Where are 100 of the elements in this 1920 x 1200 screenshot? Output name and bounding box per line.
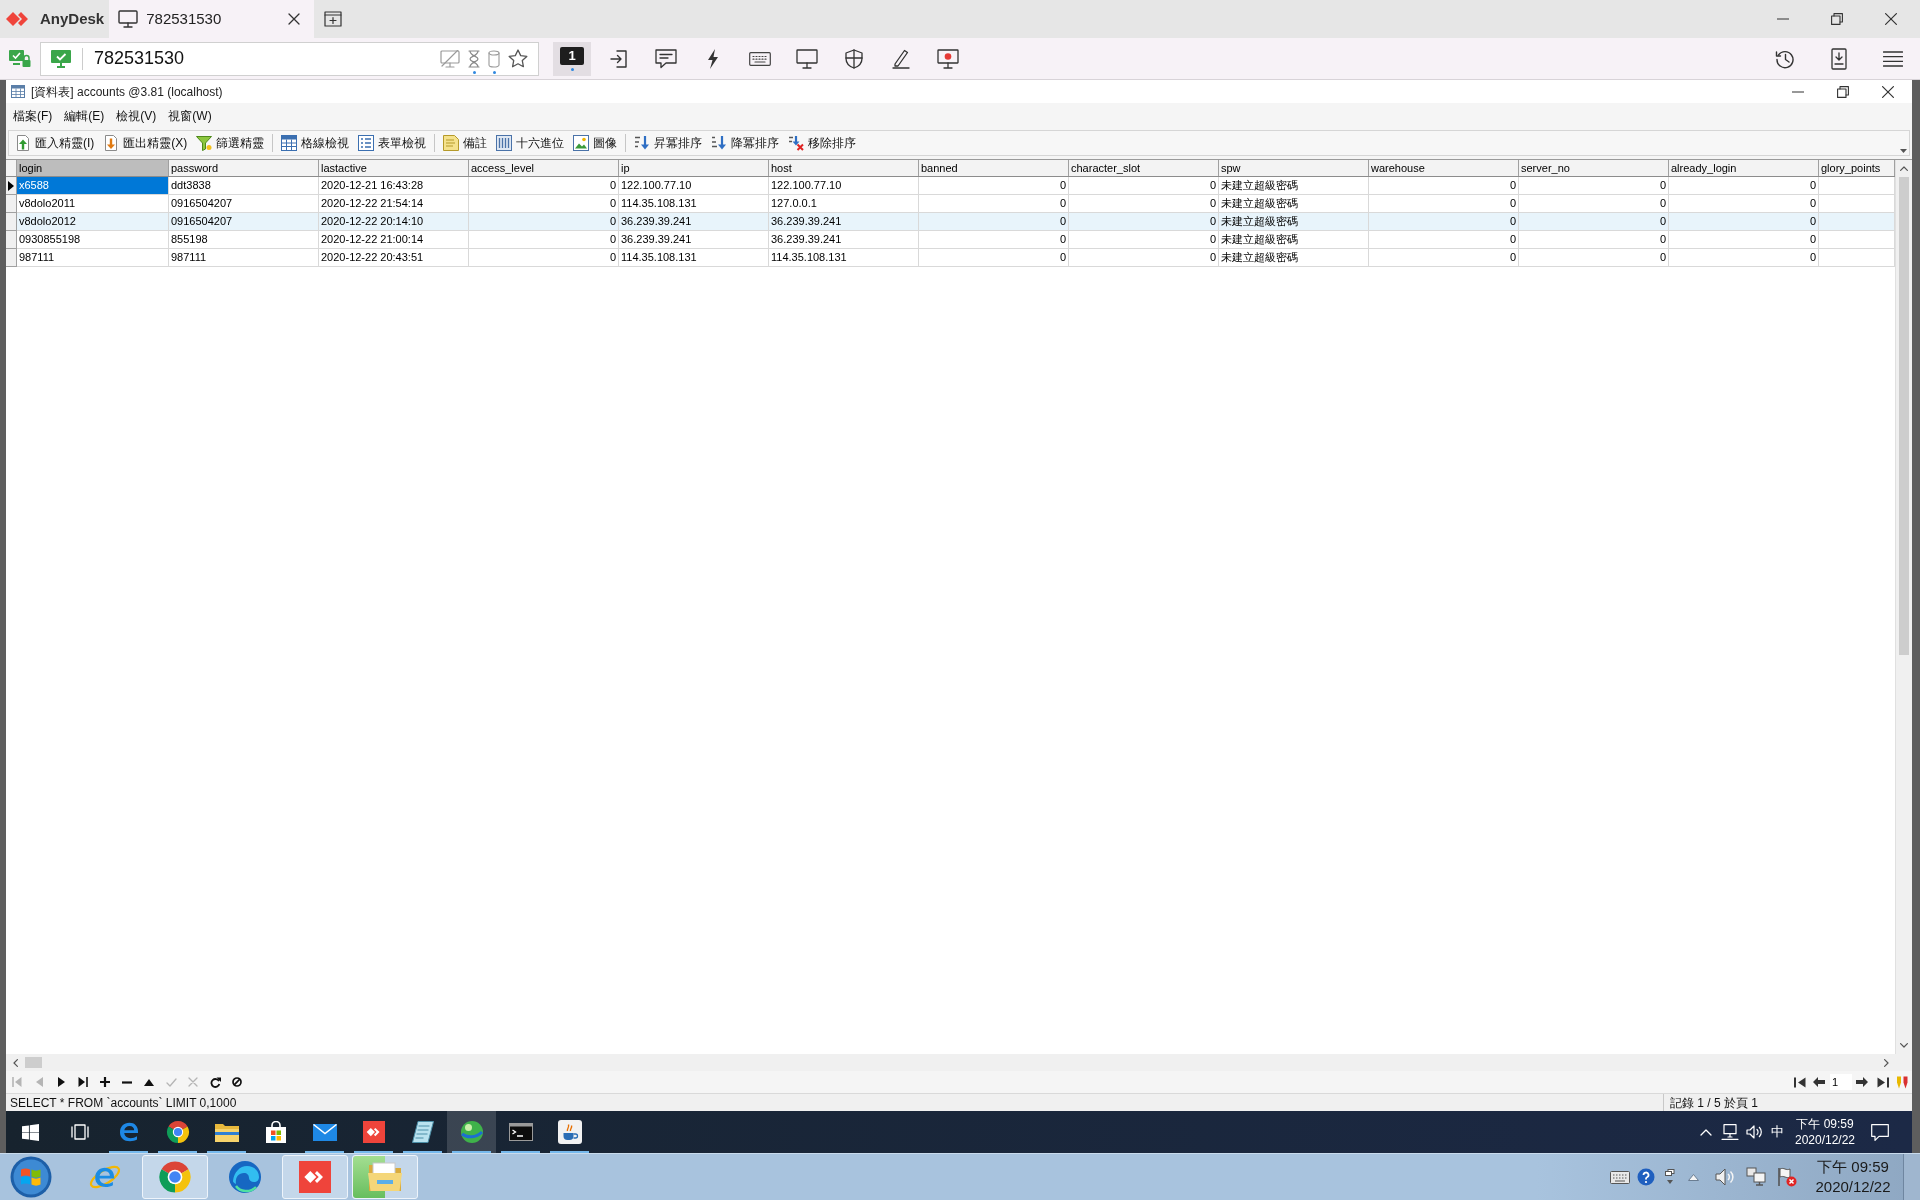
- menu-item[interactable]: 編輯(E): [62, 106, 107, 125]
- export-icon: [103, 135, 120, 151]
- column-header[interactable]: host: [769, 160, 919, 176]
- download-icon: [1831, 47, 1847, 70]
- address-field[interactable]: 782531530: [94, 44, 440, 73]
- table-row[interactable]: x6588 ddt3838 2020-12-21 16:43:28 0 122.100.77.10 122.100.77.10 0 0 未建立超級密碼 0 0 0: [6, 177, 1895, 195]
- scrollbar-thumb[interactable]: [25, 1057, 42, 1068]
- toolbar-button[interactable]: 十六進位: [494, 132, 567, 154]
- sphere-icon: [459, 1120, 484, 1144]
- clock[interactable]: 下午 09:59 2020/12/22: [1803, 1154, 1903, 1200]
- volume-icon: [1746, 1124, 1762, 1140]
- restore-icon: [1836, 85, 1849, 98]
- notepad-icon: [411, 1121, 434, 1143]
- chrome-icon: [165, 1120, 190, 1144]
- column-header[interactable]: ip: [619, 160, 769, 176]
- funnel-icon: [196, 135, 213, 151]
- help-icon: [1637, 1168, 1655, 1186]
- chevron-down-icon: [1900, 1043, 1908, 1048]
- clock-date: 2020/12/22: [1815, 1177, 1891, 1197]
- menu-icon: [1883, 50, 1903, 67]
- clock[interactable]: 下午 09:59 2020/12/22: [1788, 1111, 1862, 1153]
- table-cell: 987111: [17, 249, 169, 267]
- table-row[interactable]: v8dolo2012 0916504207 2020-12-22 20:14:10 0 36.239.39.241 36.239.39.241 0 0 未建立超級密碼 0 0 0: [6, 213, 1895, 231]
- task-view-icon: [70, 1124, 89, 1140]
- toolbar-button[interactable]: 匯出精靈(X): [101, 132, 190, 154]
- table-row[interactable]: 0930855198 855198 2020-12-22 21:00:14 0 36.239.39.241 36.239.39.241 0 0 未建立超級密碼 0 0 0: [6, 231, 1895, 249]
- skip-forward-icon: [1876, 1076, 1889, 1088]
- column-header[interactable]: lastactive: [319, 160, 469, 176]
- column-header[interactable]: character_slot: [1069, 160, 1219, 176]
- status-query: SELECT * FROM `accounts` LIMIT 0,1000: [9, 1094, 237, 1112]
- toolbar-button[interactable]: 降冪排序: [709, 132, 782, 154]
- menu-item[interactable]: 視窗(W): [166, 106, 214, 125]
- start-button[interactable]: [8, 1154, 54, 1200]
- chevron-up-icon: [1700, 1128, 1712, 1136]
- toolbar-button[interactable]: 昇冪排序: [632, 132, 705, 154]
- table-cell: 0: [1519, 249, 1669, 267]
- triangle-right-icon: [57, 1077, 65, 1087]
- record-count: 記錄 1 / 5 於頁 1: [1669, 1094, 1759, 1112]
- display-button[interactable]: 1: [553, 41, 591, 76]
- triangle-up-icon: [1687, 1173, 1699, 1181]
- toolbar-button[interactable]: 移除排序: [786, 132, 859, 154]
- scrollbar-thumb[interactable]: [1899, 177, 1909, 655]
- address-bar[interactable]: 782531530: [40, 41, 539, 76]
- close-icon: [1885, 13, 1897, 25]
- sort-remove-icon: [788, 135, 805, 151]
- table-row[interactable]: v8dolo2011 0916504207 2020-12-22 21:54:14 0 114.35.108.131 127.0.0.1 0 0 未建立超級密碼 0 0 0: [6, 195, 1895, 213]
- edge-icon: [117, 1121, 140, 1143]
- cylinder-icon: [488, 49, 500, 68]
- input-method-button[interactable]: 中: [1766, 1111, 1788, 1153]
- table-cell: 114.35.108.131: [619, 249, 769, 267]
- column-header[interactable]: spw: [1219, 160, 1369, 176]
- sort-descending-icon: [711, 135, 728, 151]
- toolbar-button[interactable]: 圖像: [571, 132, 620, 154]
- pen-icon: [891, 48, 910, 69]
- session-tab[interactable]: 782531530: [109, 0, 315, 38]
- star-icon: [508, 49, 528, 68]
- caret-down-icon: [1900, 149, 1907, 153]
- chevron-up-icon: [1900, 166, 1908, 171]
- column-header[interactable]: warehouse: [1369, 160, 1519, 176]
- menu-item[interactable]: 檢視(V): [114, 106, 159, 125]
- import-icon: [15, 135, 31, 151]
- pins-icon: [1895, 1075, 1909, 1089]
- toolbar-button[interactable]: 備註: [441, 132, 490, 154]
- chrome-icon: [158, 1160, 192, 1194]
- check-icon: [165, 1077, 177, 1087]
- column-header[interactable]: banned: [919, 160, 1069, 176]
- table-row[interactable]: 987111 987111 2020-12-22 20:43:51 0 114.35.108.131 114.35.108.131 0 0 未建立超級密碼 0 0 0: [6, 249, 1895, 267]
- hourglass-icon: [468, 49, 480, 68]
- refresh-icon: [209, 1076, 221, 1088]
- toolbar-button[interactable]: 匯入精靈(I): [13, 132, 97, 154]
- skip-forward-icon: [78, 1077, 88, 1087]
- column-header[interactable]: server_no: [1519, 160, 1669, 176]
- arrow-left-icon: [1813, 1077, 1825, 1087]
- toolbar-button[interactable]: 篩選精靈: [194, 132, 267, 154]
- plus-icon: [100, 1077, 110, 1087]
- table-cell: 0: [919, 249, 1069, 267]
- toolbar-button[interactable]: 格線檢視: [279, 132, 352, 154]
- column-header[interactable]: login: [17, 160, 169, 176]
- monitor-icon: [795, 48, 818, 69]
- table-cell: 0: [1669, 249, 1819, 267]
- page-field[interactable]: 1: [1830, 1074, 1852, 1090]
- columns-icon: [496, 135, 513, 151]
- x-mark-icon: [188, 1077, 198, 1087]
- minimize-icon: [1777, 18, 1789, 20]
- table-cell: 114.35.108.131: [769, 249, 919, 267]
- coffee-cup-icon: [557, 1120, 582, 1144]
- menu-item[interactable]: 檔案(F): [11, 106, 55, 125]
- lightning-icon: [706, 48, 719, 69]
- column-header[interactable]: already_login: [1669, 160, 1819, 176]
- restore-icon: [1831, 13, 1843, 25]
- start-orb-icon: [10, 1156, 52, 1198]
- anydesk-icon: [299, 1161, 331, 1193]
- skip-back-icon: [12, 1077, 22, 1087]
- clock-time: 下午 09:59: [1817, 1157, 1889, 1177]
- column-header[interactable]: password: [169, 160, 319, 176]
- toolbar-button[interactable]: 表單檢視: [356, 132, 429, 154]
- column-header[interactable]: access_level: [469, 160, 619, 176]
- table-icon: [11, 85, 25, 98]
- table-cell: 0: [469, 249, 619, 267]
- table-cell: 2020-12-22 20:43:51: [319, 249, 469, 267]
